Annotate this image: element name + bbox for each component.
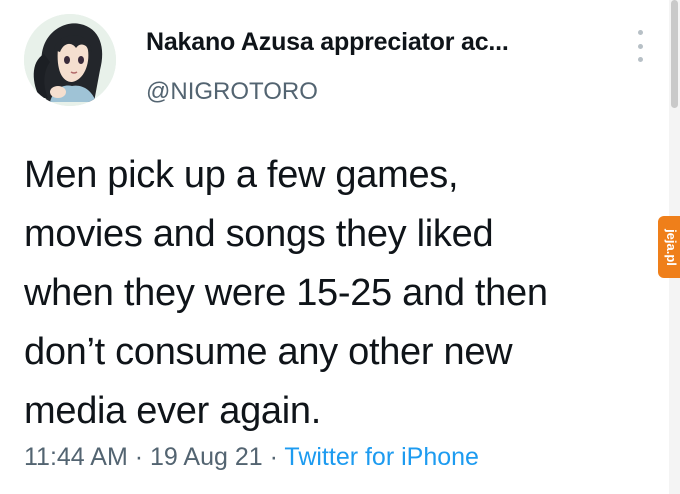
anime-girl-avatar-icon bbox=[24, 14, 116, 106]
more-dot bbox=[637, 30, 643, 35]
display-name[interactable]: Nakano Azusa appreciator ac... bbox=[146, 28, 509, 57]
tweet-time[interactable]: 11:44 AM bbox=[24, 443, 128, 471]
more-vertical-icon[interactable] bbox=[632, 30, 648, 62]
tweet: Nakano Azusa appreciator ac... @NIGROTOR… bbox=[0, 0, 680, 494]
handle[interactable]: @NIGROTORO bbox=[146, 78, 318, 106]
more-dot bbox=[637, 57, 643, 62]
tweet-source[interactable]: Twitter for iPhone bbox=[284, 443, 479, 471]
meta-separator: · bbox=[134, 443, 144, 471]
avatar[interactable] bbox=[24, 14, 116, 106]
scrollbar-thumb[interactable] bbox=[671, 0, 678, 108]
tweet-date[interactable]: 19 Aug 21 bbox=[150, 443, 263, 471]
watermark-text: jeja.pl bbox=[663, 228, 679, 266]
more-dot bbox=[637, 43, 643, 49]
meta-separator: · bbox=[269, 443, 278, 471]
tweet-text: Men pick up a few games, movies and song… bbox=[24, 154, 548, 432]
tweet-meta: 11:44 AM · 19 Aug 21 · Twitter for iPhon… bbox=[24, 443, 479, 472]
watermark-badge: jeja.pl bbox=[658, 216, 680, 278]
